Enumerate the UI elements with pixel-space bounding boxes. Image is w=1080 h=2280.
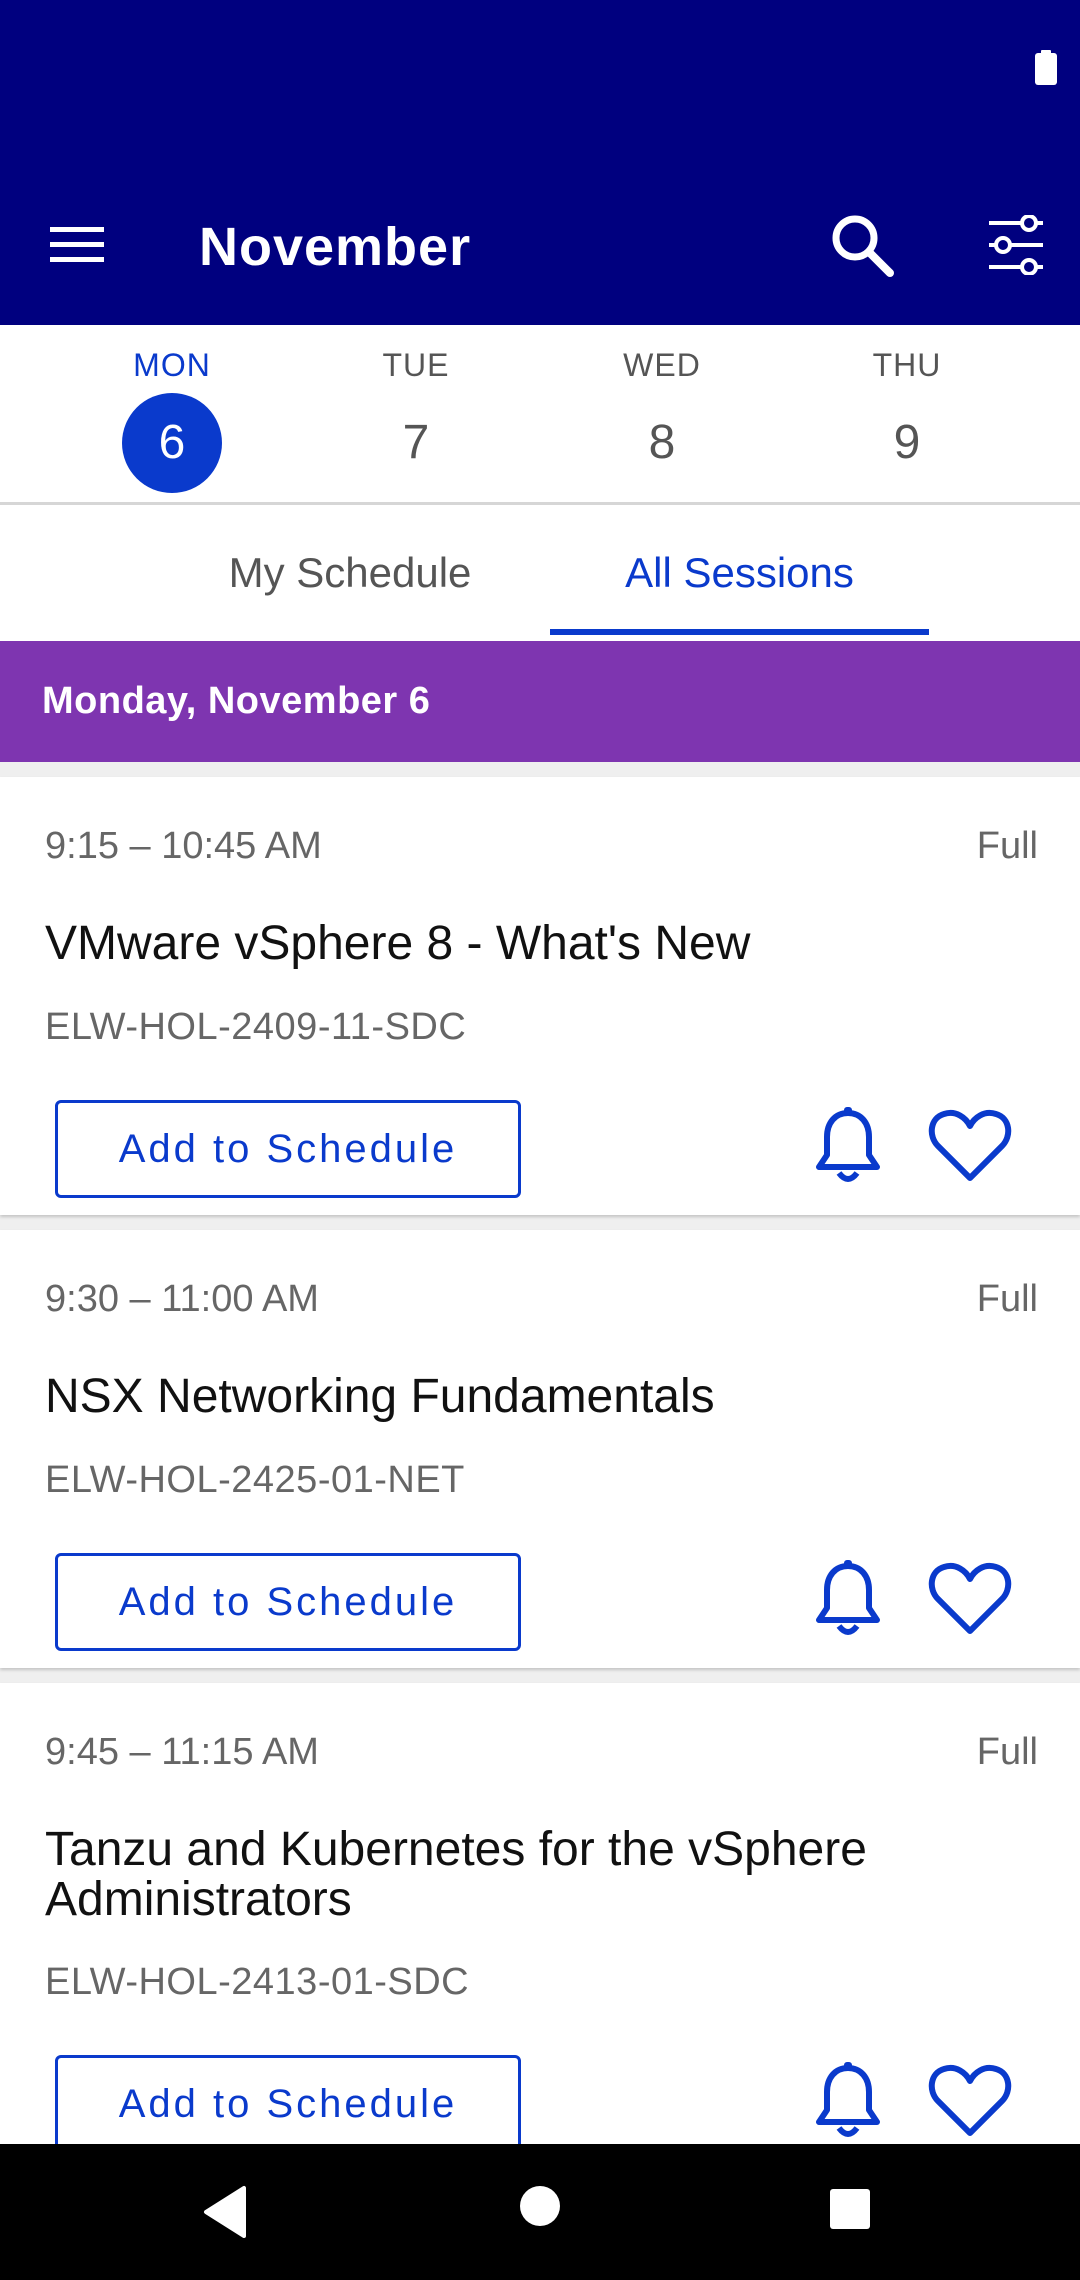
day-tue[interactable]: TUE 7	[346, 345, 486, 485]
add-to-schedule-button[interactable]: Add to Schedule	[55, 2055, 521, 2144]
session-code: ELW-HOL-2413-01-SDC	[45, 1961, 470, 2003]
day-name: MON	[133, 347, 211, 383]
session-status: Full	[976, 825, 1038, 867]
reminder-button[interactable]	[808, 1556, 888, 1646]
favorite-button[interactable]	[922, 1556, 1018, 1646]
filter-button[interactable]	[974, 205, 1058, 289]
favorite-button[interactable]	[922, 1103, 1018, 1193]
session-time: 9:15 – 10:45 AM	[45, 825, 322, 867]
heart-icon	[928, 1108, 1012, 1189]
session-code: ELW-HOL-2409-11-SDC	[45, 1006, 467, 1048]
day-number: 9	[893, 416, 921, 469]
bell-icon	[815, 1106, 881, 1190]
app-header: November	[0, 0, 1080, 325]
session-title: VMware vSphere 8 - What's New	[45, 917, 751, 970]
add-to-schedule-button[interactable]: Add to Schedule	[55, 1100, 521, 1198]
bell-icon	[815, 2061, 881, 2145]
search-icon	[829, 212, 895, 283]
tab-bar: My Schedule All Sessions	[0, 505, 1080, 641]
day-name: THU	[872, 347, 942, 383]
reminder-button[interactable]	[808, 1103, 888, 1193]
heart-icon	[928, 1561, 1012, 1642]
day-mon[interactable]: MON 6	[102, 345, 242, 493]
day-name: TUE	[382, 347, 450, 383]
add-to-schedule-button[interactable]: Add to Schedule	[55, 1553, 521, 1651]
tab-my-schedule[interactable]: My Schedule	[180, 505, 520, 641]
hamburger-menu-icon	[50, 225, 104, 270]
recent-apps-square-icon[interactable]	[830, 2189, 870, 2229]
home-circle-icon[interactable]	[520, 2186, 560, 2226]
system-nav-bar	[0, 2144, 1080, 2280]
session-title: Tanzu and Kubernetes for the vSphere Adm…	[45, 1823, 867, 1926]
favorite-button[interactable]	[922, 2058, 1018, 2144]
active-tab-indicator	[550, 629, 929, 635]
tab-all-sessions[interactable]: All Sessions	[550, 505, 929, 641]
menu-button[interactable]	[40, 205, 114, 289]
bell-icon	[815, 1559, 881, 1643]
day-selector: MON 6 TUE 7 WED 8 THU 9	[0, 325, 1080, 505]
session-list[interactable]: 9:15 – 10:45 AM Full VMware vSphere 8 - …	[0, 762, 1080, 2144]
day-number: 7	[402, 416, 430, 469]
session-card[interactable]: 9:45 – 11:15 AM Full Tanzu and Kubernete…	[0, 1683, 1080, 2144]
day-wed[interactable]: WED 8	[592, 345, 732, 485]
filter-sliders-icon	[987, 213, 1045, 280]
session-status: Full	[976, 1731, 1038, 1773]
reminder-button[interactable]	[808, 2058, 888, 2144]
day-number: 8	[648, 416, 676, 469]
day-name: WED	[623, 347, 701, 383]
session-code: ELW-HOL-2425-01-NET	[45, 1459, 465, 1501]
date-section-header: Monday, November 6	[0, 641, 1080, 762]
session-card[interactable]: 9:30 – 11:00 AM Full NSX Networking Fund…	[0, 1230, 1080, 1668]
search-button[interactable]	[820, 205, 904, 289]
session-time: 9:30 – 11:00 AM	[45, 1278, 319, 1320]
session-card[interactable]: 9:15 – 10:45 AM Full VMware vSphere 8 - …	[0, 777, 1080, 1215]
day-thu[interactable]: THU 9	[837, 345, 977, 485]
back-triangle-icon[interactable]	[200, 2184, 256, 2240]
day-number: 6	[122, 393, 222, 493]
heart-icon	[928, 2063, 1012, 2144]
session-status: Full	[976, 1278, 1038, 1320]
session-title: NSX Networking Fundamentals	[45, 1370, 715, 1423]
session-time: 9:45 – 11:15 AM	[45, 1731, 319, 1773]
battery-icon	[1035, 50, 1057, 85]
page-title: November	[199, 217, 472, 277]
